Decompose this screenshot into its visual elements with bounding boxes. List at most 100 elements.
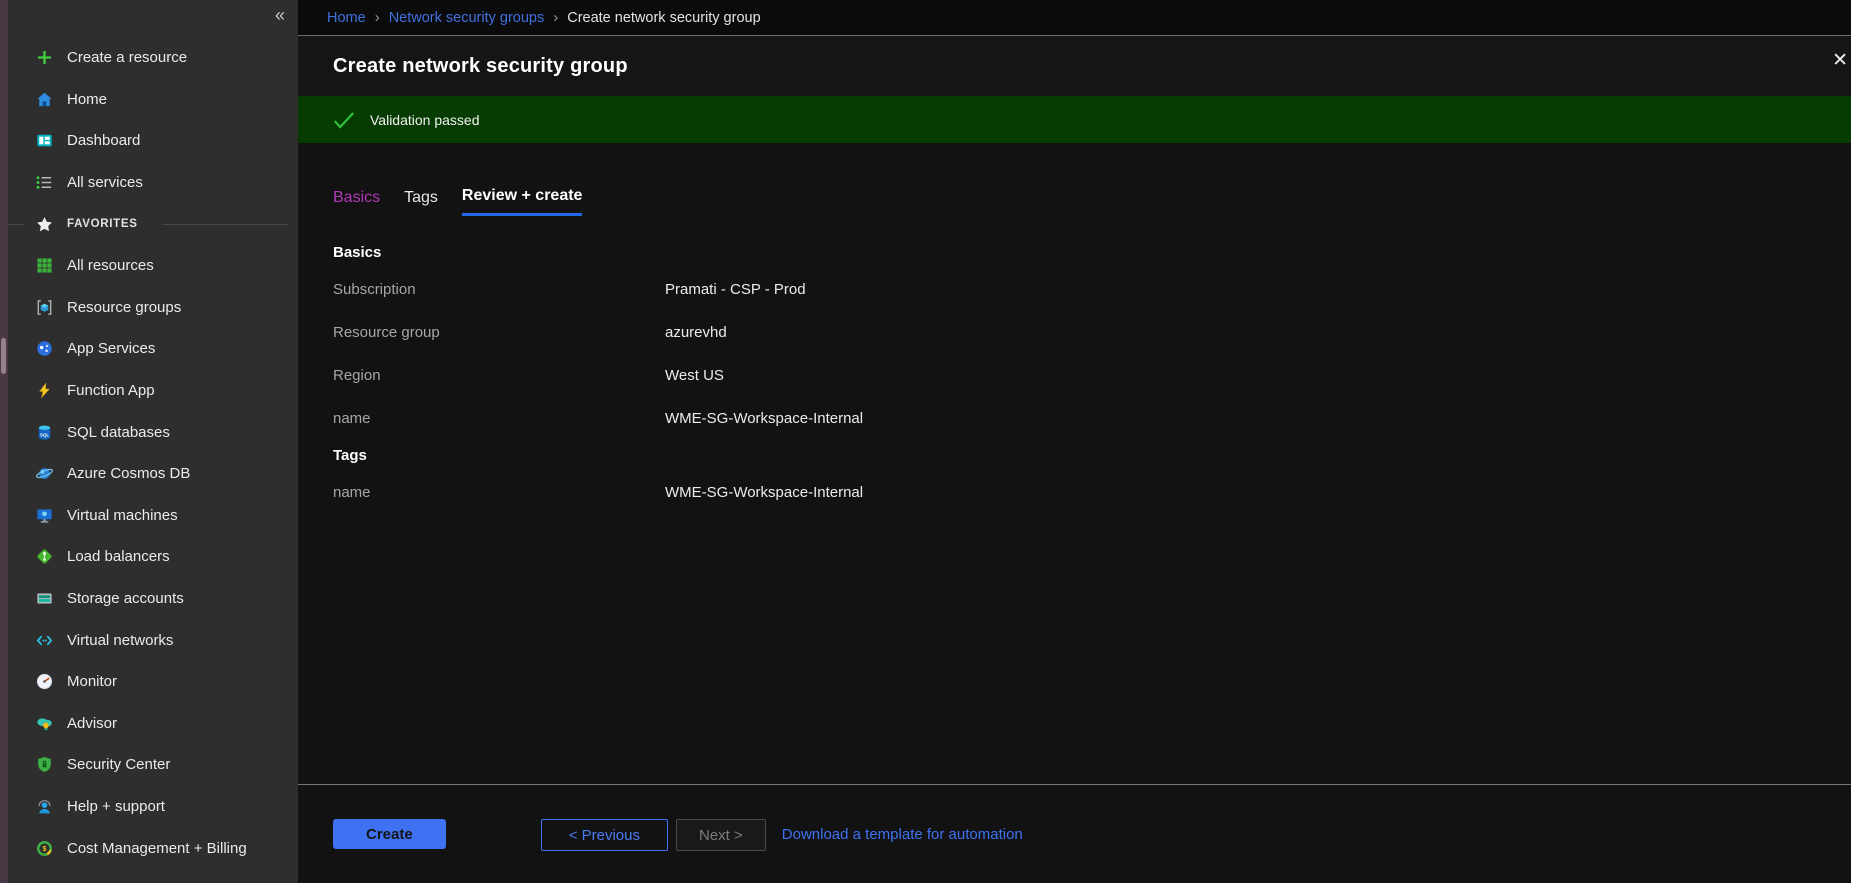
sidebar-item-label: All services: [67, 174, 143, 191]
storage-icon: [34, 589, 54, 609]
previous-button[interactable]: < Previous: [541, 819, 668, 851]
field-label: Region: [333, 365, 665, 387]
review-row: Resource group azurevhd: [333, 322, 1851, 344]
field-label: Resource group: [333, 322, 665, 344]
sidebar-item-label: Resource groups: [67, 299, 181, 316]
chevron-right-icon: ›: [553, 9, 558, 26]
sidebar-item-label: Monitor: [67, 673, 117, 690]
create-button[interactable]: Create: [333, 819, 446, 849]
field-value: WME-SG-Workspace-Internal: [665, 408, 863, 430]
blade-panel: Create network security group ✕ Validati…: [298, 35, 1851, 883]
grid-icon: [34, 256, 54, 276]
close-icon[interactable]: ✕: [1832, 49, 1848, 72]
sidebar-item-dashboard[interactable]: Dashboard: [8, 120, 298, 162]
field-label: Subscription: [333, 279, 665, 301]
download-template-link[interactable]: Download a template for automation: [782, 819, 1023, 851]
section-heading: Basics: [333, 244, 1851, 261]
sidebar-item-resource-groups[interactable]: Resource groups: [8, 287, 298, 329]
svg-text:SQL: SQL: [39, 432, 49, 437]
sidebar-item-sql-databases[interactable]: SQL SQL databases: [8, 411, 298, 453]
cosmos-planet-icon: [34, 464, 54, 484]
validation-banner-text: Validation passed: [370, 112, 479, 128]
cost-ring-icon: $: [34, 838, 54, 858]
breadcrumb: Home › Network security groups › Create …: [298, 0, 1851, 35]
review-row: Subscription Pramati - CSP - Prod: [333, 279, 1851, 301]
tab-bar: Basics Tags Review + create: [333, 187, 1851, 216]
sidebar-item-storage-accounts[interactable]: Storage accounts: [8, 578, 298, 620]
left-edge-strip: [0, 0, 8, 883]
sidebar-item-label: Home: [67, 91, 107, 108]
sidebar-item-app-services[interactable]: App Services: [8, 328, 298, 370]
tab-tags[interactable]: Tags: [404, 187, 438, 216]
sidebar-item-help-support[interactable]: Help + support: [8, 786, 298, 828]
app-services-icon: [34, 339, 54, 359]
resource-group-cube-icon: [34, 297, 54, 317]
gauge-icon: [34, 672, 54, 692]
page-title: Create network security group: [333, 55, 628, 78]
sidebar-item-advisor[interactable]: Advisor: [8, 703, 298, 745]
load-balancer-icon: [34, 547, 54, 567]
plus-icon: [34, 48, 54, 68]
field-label: name: [333, 482, 665, 504]
sql-database-icon: SQL: [34, 422, 54, 442]
field-value: azurevhd: [665, 322, 727, 344]
tab-basics[interactable]: Basics: [333, 187, 380, 216]
chevron-right-icon: ›: [375, 9, 380, 26]
check-icon: [331, 107, 357, 133]
review-row: name WME-SG-Workspace-Internal: [333, 482, 1851, 504]
sidebar: « Create a resource Home Dashboard All s…: [8, 0, 298, 883]
sidebar-item-create-a-resource[interactable]: Create a resource: [8, 37, 298, 79]
sidebar-item-all-services[interactable]: All services: [8, 162, 298, 204]
sidebar-item-all-resources[interactable]: All resources: [8, 245, 298, 287]
sidebar-item-virtual-networks[interactable]: Virtual networks: [8, 619, 298, 661]
edge-scrollbar-thumb[interactable]: [1, 338, 6, 374]
sidebar-item-function-app[interactable]: Function App: [8, 370, 298, 412]
review-content: Basics Tags Review + create Basics Subsc…: [298, 143, 1851, 504]
sidebar-item-label: All resources: [67, 257, 154, 274]
tab-review-create[interactable]: Review + create: [462, 187, 583, 216]
review-row: name WME-SG-Workspace-Internal: [333, 408, 1851, 430]
footer-bar: Create < Previous Next > Download a temp…: [298, 784, 1851, 883]
sidebar-item-cost-management-billing[interactable]: $ Cost Management + Billing: [8, 827, 298, 869]
sidebar-nav: Create a resource Home Dashboard All ser…: [8, 37, 298, 869]
breadcrumb-current: Create network security group: [567, 10, 760, 26]
field-value: Pramati - CSP - Prod: [665, 279, 806, 301]
sidebar-item-label: Dashboard: [67, 132, 140, 149]
sidebar-item-home[interactable]: Home: [8, 79, 298, 121]
vnet-icon: [34, 630, 54, 650]
sidebar-item-monitor[interactable]: Monitor: [8, 661, 298, 703]
breadcrumb-link-network-security-groups[interactable]: Network security groups: [389, 10, 545, 26]
section-tags: Tags name WME-SG-Workspace-Internal: [333, 447, 1851, 504]
sidebar-item-label: App Services: [67, 340, 155, 357]
advisor-cloud-icon: [34, 713, 54, 733]
person-icon: [34, 796, 54, 816]
shield-icon: [34, 755, 54, 775]
panel-header: Create network security group ✕: [298, 36, 1851, 96]
sidebar-item-label: Advisor: [67, 715, 117, 732]
sidebar-item-label: Virtual networks: [67, 632, 173, 649]
sidebar-item-label: Load balancers: [67, 548, 170, 565]
review-row: Region West US: [333, 365, 1851, 387]
sidebar-collapse-icon[interactable]: «: [275, 5, 285, 26]
home-icon: [34, 89, 54, 109]
favorites-label: FAVORITES: [67, 218, 138, 230]
sidebar-item-virtual-machines[interactable]: Virtual machines: [8, 495, 298, 537]
sidebar-item-azure-cosmos-db[interactable]: Azure Cosmos DB: [8, 453, 298, 495]
breadcrumb-link-home[interactable]: Home: [327, 10, 366, 26]
validation-banner: Validation passed: [298, 96, 1851, 143]
dashboard-icon: [34, 131, 54, 151]
main-region: Home › Network security groups › Create …: [298, 0, 1851, 883]
sidebar-item-label: Storage accounts: [67, 590, 184, 607]
section-basics: Basics Subscription Pramati - CSP - Prod…: [333, 244, 1851, 430]
divider: [163, 224, 288, 225]
field-value: West US: [665, 365, 724, 387]
sidebar-item-label: SQL databases: [67, 424, 170, 441]
section-heading: Tags: [333, 447, 1851, 464]
next-button[interactable]: Next >: [676, 819, 766, 851]
field-label: name: [333, 408, 665, 430]
sidebar-item-label: Help + support: [67, 798, 165, 815]
sidebar-item-label: Security Center: [67, 756, 170, 773]
sidebar-item-load-balancers[interactable]: Load balancers: [8, 536, 298, 578]
field-value: WME-SG-Workspace-Internal: [665, 482, 863, 504]
sidebar-item-security-center[interactable]: Security Center: [8, 744, 298, 786]
